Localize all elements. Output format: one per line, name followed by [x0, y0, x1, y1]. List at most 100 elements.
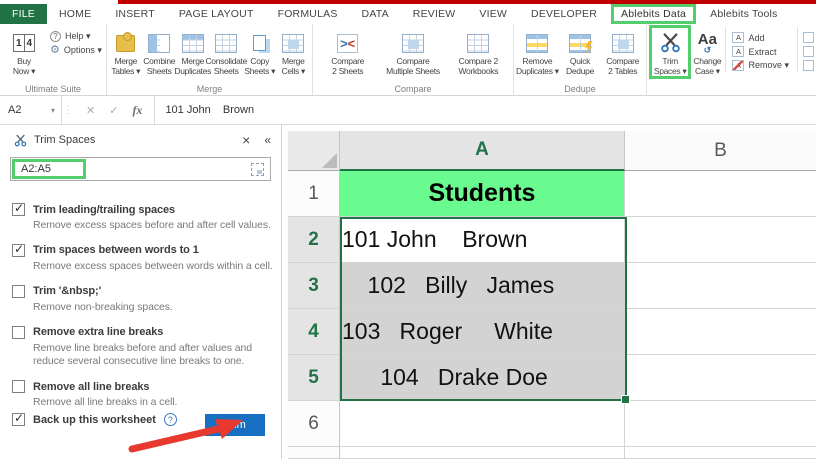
cell-b6[interactable]	[625, 401, 816, 447]
extract-icon: A	[732, 46, 744, 57]
checkbox-trim-between-words[interactable]	[12, 244, 25, 257]
row-header-2[interactable]: 2	[288, 217, 340, 263]
tab-view[interactable]: VIEW	[467, 4, 519, 24]
sheet-row-2: 2 101 John Brown	[288, 217, 816, 263]
checkbox-remove-all-line-breaks[interactable]	[12, 380, 25, 393]
quick-dedupe-button[interactable]: QuickDedupe	[559, 27, 602, 76]
option-description: Remove all line breaks in a cell.	[33, 396, 275, 409]
name-box[interactable]: A2 ▾	[0, 96, 62, 124]
options-button[interactable]: ⚙Options ▾	[50, 45, 102, 56]
cancel-icon[interactable]: ✕	[86, 104, 95, 117]
row-header-1[interactable]: 1	[288, 171, 340, 217]
option-description: Remove excess spaces before and after ce…	[33, 219, 275, 232]
add-button[interactable]: AAdd	[732, 32, 789, 43]
option-description: Remove excess spaces between words withi…	[33, 260, 275, 273]
select-all-corner[interactable]	[288, 131, 340, 171]
option-remove-extra-line-breaks: Remove extra line breaks Remove line bre…	[12, 326, 275, 369]
row-header-6[interactable]: 6	[288, 401, 340, 447]
compare-multiple-sheets-button[interactable]: CompareMultiple Sheets	[380, 27, 445, 76]
tab-home[interactable]: HOME	[47, 4, 103, 24]
cell-b1[interactable]	[625, 171, 816, 217]
collapse-icon[interactable]: «	[264, 133, 271, 147]
tab-ablebits-tools[interactable]: Ablebits Tools	[698, 4, 789, 24]
help-circle-icon[interactable]: ?	[164, 413, 177, 426]
cell-a1[interactable]: Students	[340, 171, 625, 217]
sheet-row-1: 1 Students	[288, 171, 816, 217]
row-header-3[interactable]: 3	[288, 263, 340, 309]
option-label: Remove all line breaks	[33, 381, 149, 393]
option-trim-between-words: Trim spaces between words to 1 Remove ex…	[12, 244, 275, 273]
column-header-a[interactable]: A	[340, 131, 625, 171]
tab-formulas[interactable]: FORMULAS	[266, 4, 350, 24]
checkbox-remove-extra-line-breaks[interactable]	[12, 326, 25, 339]
options-list: Trim leading/trailing spaces Remove exce…	[12, 203, 275, 421]
remove-duplicates-button[interactable]: RemoveDuplicates ▾	[516, 27, 559, 76]
tab-ablebits-data[interactable]: Ablebits Data	[611, 4, 696, 24]
row-header-5[interactable]: 5	[288, 355, 340, 401]
close-icon[interactable]: ×	[242, 134, 250, 146]
cell-a7[interactable]	[340, 447, 625, 459]
cell-b4[interactable]	[625, 309, 816, 355]
range-input[interactable]: A2:A5	[10, 157, 271, 181]
name-box-dropdown-icon[interactable]: ▾	[51, 106, 55, 115]
ribbon-tab-bar: FILE HOME INSERT PAGE LAYOUT FORMULAS DA…	[0, 4, 816, 24]
scissors-icon	[14, 134, 27, 147]
checkbox-trim-leading-trailing[interactable]	[12, 203, 25, 216]
cell-b7[interactable]	[625, 447, 816, 459]
compare-2-workbooks-button[interactable]: Compare 2Workbooks	[446, 27, 511, 76]
cell-a2-active[interactable]: 101 John Brown	[340, 217, 625, 263]
extract-button[interactable]: AExtract	[732, 46, 789, 57]
tab-developer[interactable]: DEVELOPER	[519, 4, 609, 24]
group-merge: MergeTables ▾ CombineSheets MergeDuplica…	[107, 24, 313, 95]
sheet-row-6: 6	[288, 401, 816, 447]
tab-file[interactable]: FILE	[0, 4, 47, 24]
tab-page-layout[interactable]: PAGE LAYOUT	[167, 4, 266, 24]
help-button[interactable]: ?Help ▾	[50, 31, 102, 42]
compare-arrows-icon: ><	[337, 34, 358, 53]
row-header-7[interactable]	[288, 447, 340, 459]
cell-b2[interactable]	[625, 217, 816, 263]
option-trim-leading-trailing: Trim leading/trailing spaces Remove exce…	[12, 203, 275, 232]
compare-2-tables-icon	[612, 34, 634, 53]
compare-2-sheets-button[interactable]: >< Compare2 Sheets	[315, 27, 380, 76]
row-header-4[interactable]: 4	[288, 309, 340, 355]
cell-b5[interactable]	[625, 355, 816, 401]
buy-now-button[interactable]: 14 BuyNow ▾	[2, 27, 46, 76]
compare-2-tables-button[interactable]: Compare2 Tables	[601, 27, 644, 76]
cell-b3[interactable]	[625, 263, 816, 309]
copy-sheets-icon	[253, 35, 266, 51]
add-icon: A	[732, 32, 744, 43]
cell-a3[interactable]: 102 Billy James	[340, 263, 625, 309]
copy-sheets-button[interactable]: CopySheets ▾	[243, 27, 277, 76]
combine-sheets-button[interactable]: CombineSheets	[143, 27, 177, 76]
tab-insert[interactable]: INSERT	[103, 4, 167, 24]
enter-icon[interactable]: ✓	[109, 104, 118, 117]
tab-review[interactable]: REVIEW	[401, 4, 468, 24]
trim-spaces-button[interactable]: TrimSpaces ▾	[649, 25, 691, 79]
group-label: Ultimate Suite	[0, 84, 106, 94]
formula-bar-row: A2 ▾ ⋮ ✕ ✓ fx 101 John Brown	[0, 96, 816, 125]
cell-a5[interactable]: 104 Drake Doe	[340, 355, 625, 401]
consolidate-sheets-button[interactable]: ConsolidateSheets	[210, 27, 244, 76]
range-picker-icon[interactable]	[251, 163, 264, 176]
change-case-button[interactable]: Aa↺ ChangeCase ▾	[691, 27, 723, 76]
remove-button[interactable]: ARemove ▾	[732, 60, 789, 71]
insert-function-icon[interactable]: fx	[132, 103, 142, 118]
formula-bar-divider: ⋮	[62, 96, 74, 124]
column-header-b[interactable]: B	[625, 131, 816, 171]
checkbox-trim-nbsp[interactable]	[12, 285, 25, 298]
merge-tables-button[interactable]: MergeTables ▾	[109, 27, 143, 76]
tab-data[interactable]: DATA	[350, 4, 401, 24]
range-value-highlight: A2:A5	[12, 159, 86, 179]
merge-cells-button[interactable]: MergeCells ▾	[277, 27, 311, 76]
option-label: Trim leading/trailing spaces	[33, 204, 175, 216]
checkbox-backup-worksheet[interactable]	[12, 413, 25, 426]
option-label: Remove extra line breaks	[33, 326, 163, 338]
option-trim-nbsp: Trim '&nbsp;' Remove non-breaking spaces…	[12, 285, 275, 314]
cell-a6[interactable]	[340, 401, 625, 447]
cell-a4[interactable]: 103 Roger White	[340, 309, 625, 355]
trim-button[interactable]: Trim	[205, 414, 265, 436]
formula-input[interactable]: 101 John Brown	[155, 96, 254, 124]
excel-window: FILE HOME INSERT PAGE LAYOUT FORMULAS DA…	[0, 0, 816, 459]
compare-multiple-sheets-icon	[402, 34, 424, 53]
